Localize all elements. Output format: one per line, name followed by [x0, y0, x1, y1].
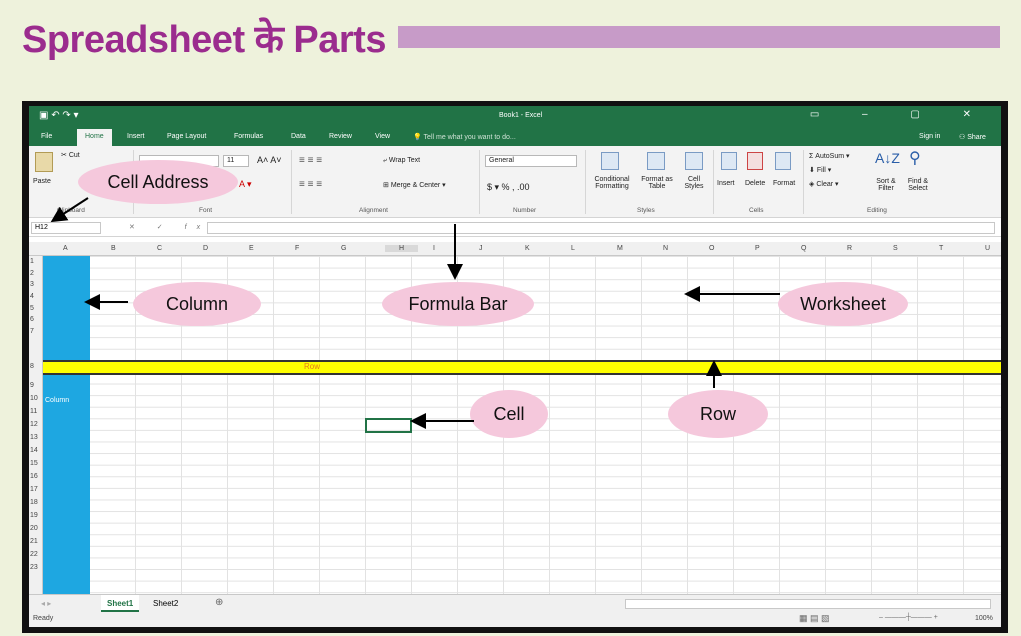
callout-arrows — [50, 197, 780, 429]
